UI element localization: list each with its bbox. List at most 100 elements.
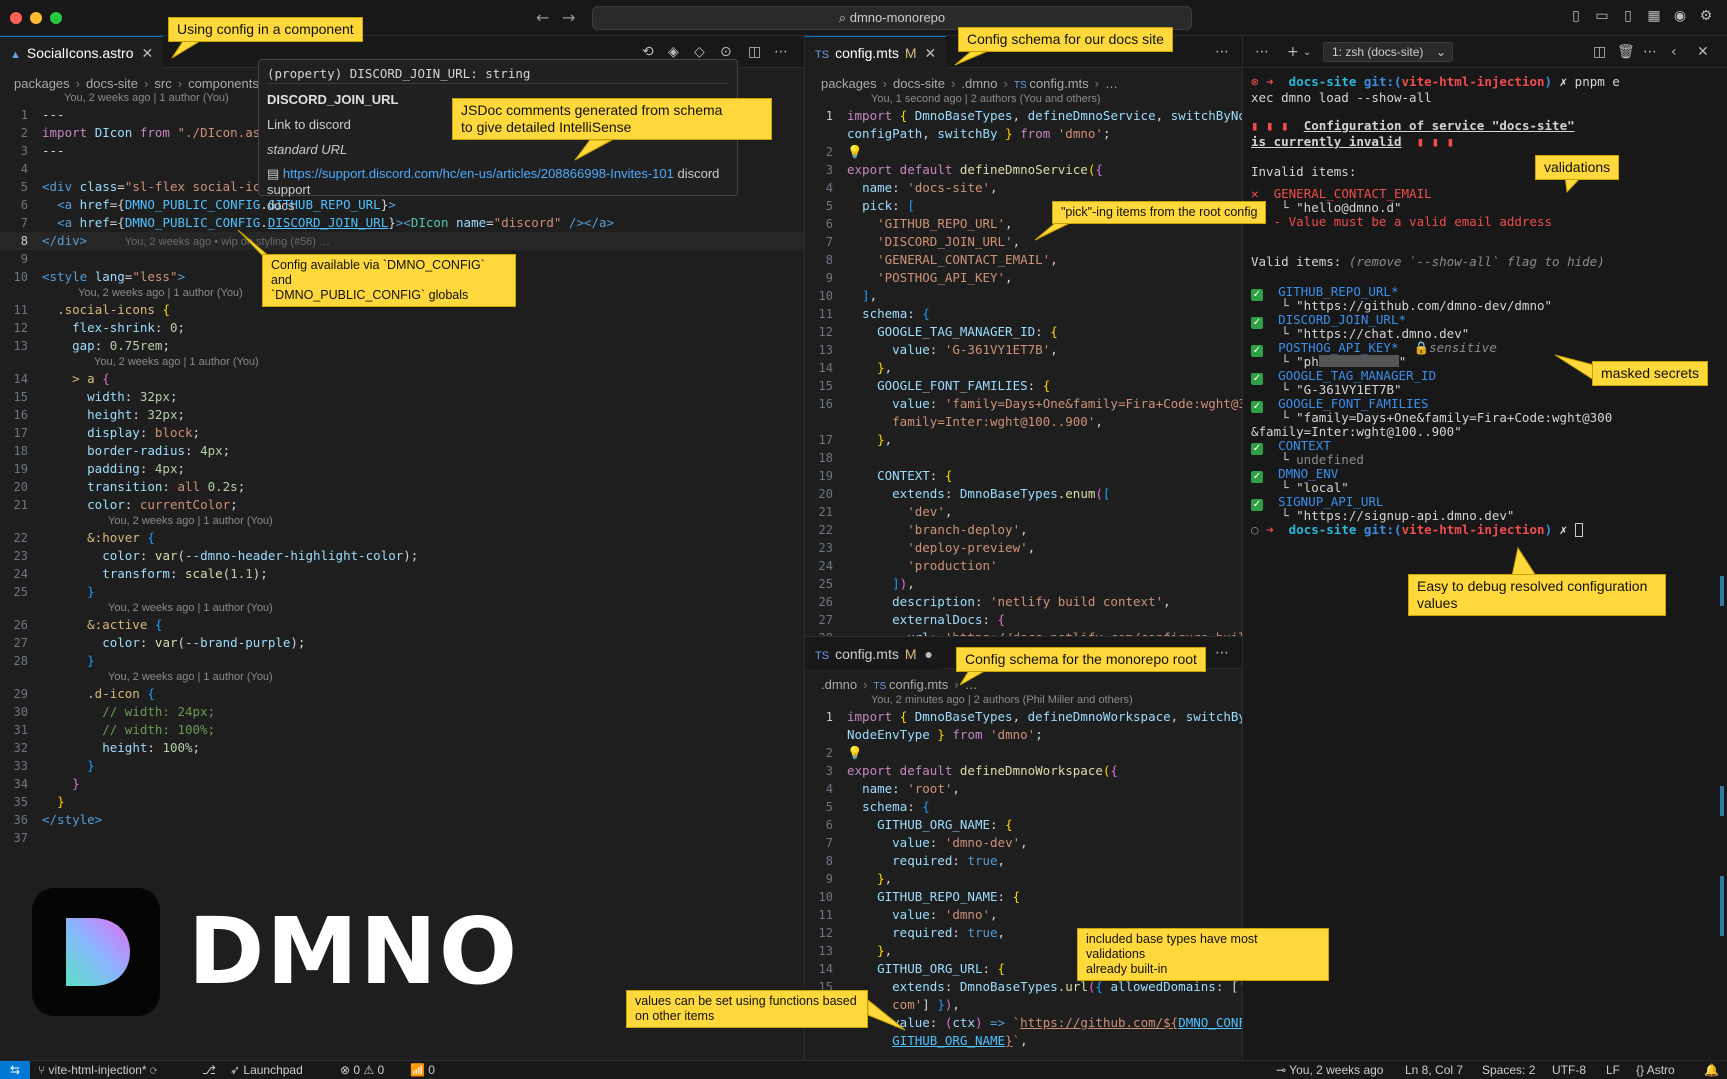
code-line: 25 } [13,584,95,599]
scroll-marker [1720,876,1724,936]
scroll-marker [1720,576,1724,606]
terminal-line: Invalid items: [1251,164,1357,179]
close-window-button[interactable] [10,12,22,24]
inline-blame: You, 2 weeks ago • wip on styling (#56) … [124,236,331,248]
book-icon: ▤ [267,166,283,181]
blame-status[interactable]: ⊸ You, 2 weeks ago [1276,1063,1383,1077]
language-status[interactable]: {} Astro [1636,1063,1675,1077]
account-icon[interactable]: ◉ [1672,8,1688,24]
launchpad-status[interactable]: ➶ Launchpad [230,1063,303,1077]
ports-status[interactable]: 📶 0 [410,1063,435,1077]
terminal-line: is currently invalid ▮ ▮ ▮ [1251,134,1455,149]
hover-type: standard URL [267,142,348,157]
remote-indicator-icon[interactable]: ⇆ [0,1061,30,1079]
status-bar: ⇆ ⑂ vite-html-injection* ⟳ ⎇ ➶ Launchpad… [0,1060,1727,1079]
terminal-selector[interactable]: 1: zsh (docs-site) ⌄ [1323,42,1453,62]
chevron-down-icon: ⌄ [1435,45,1446,59]
code-line: 23 color: var(--dmno-header-highlight-co… [13,548,419,563]
git-compare-icon[interactable]: ◈ [668,44,679,60]
breadcrumb-item-docs-site[interactable]: docs-site [86,76,138,91]
docs-link[interactable]: https://support.discord.com/hc/en-us/art… [283,166,674,181]
breadcrumb-item[interactable]: config.mts [889,677,948,692]
breadcrumb-item-packages[interactable]: packages [14,76,70,91]
gear-icon[interactable]: ⚙ [1698,8,1714,24]
close-panel-icon[interactable]: ✕ [1697,44,1709,60]
unsaved-dot-icon[interactable]: ● [925,646,933,662]
error-icon: ⊗ [340,1063,354,1077]
more-actions-icon[interactable]: ⋯ [1215,44,1229,60]
terminal-line: Valid items: (remove `--show-all` flag t… [1251,254,1605,269]
annotation-picking: "pick"-ing items from the root config [1052,201,1267,224]
breadcrumb-item[interactable]: docs-site [893,76,945,91]
encoding-status[interactable]: UTF-8 [1552,1063,1586,1077]
breadcrumb-item[interactable]: packages [821,76,877,91]
eol-status[interactable]: LF [1606,1063,1620,1077]
docs-config-pane: TS config.mts M ✕ ⋯ packages › docs-site › .dmn… [805,36,1242,636]
annotation-globals: Config available via `DMNO_CONFIG` and `D… [262,254,516,307]
git-graph-icon[interactable]: ⎇ [202,1063,216,1077]
breadcrumb-item-components[interactable]: components [188,76,259,91]
code-editor[interactable]: You, 1 second ago | 2 authors (You and o… [805,92,1242,636]
open-changes-icon[interactable]: ⟲ [642,44,654,60]
customize-layout-icon[interactable]: ▦ [1646,8,1662,24]
dmno-wordmark: DMNO [188,898,520,1005]
code-line: 36 </style> [13,812,103,827]
notifications-bell-icon[interactable]: 🔔 [1704,1063,1719,1077]
more-views-icon[interactable]: ⋯ [1255,44,1269,60]
annotation-validations: validations [1535,155,1620,180]
breadcrumb-item[interactable]: .dmno [821,677,857,692]
problems-status[interactable]: ⊗ 0 ⚠ 0 [340,1063,384,1077]
annotation-masked: masked secrets [1592,361,1709,386]
git-commit-icon: ⊸ [1276,1063,1290,1077]
indentation-status[interactable]: Spaces: 2 [1482,1063,1535,1077]
code-line: 24 transform: scale(1.1); [13,566,268,581]
trash-icon[interactable]: 🗑 [1617,44,1635,60]
breadcrumb: packages › docs-site › src › components [14,76,259,91]
chevron-left-icon[interactable]: ‹ [1671,44,1677,60]
toggle-panel-icon[interactable]: ▭ [1594,8,1610,24]
branch-status[interactable]: ⑂ vite-html-injection* ⟳ [38,1063,157,1077]
breadcrumb: .dmno › TS config.mts ›… [821,677,978,692]
annotation-docs-schema: Config schema for our docs site [958,27,1173,52]
more-actions-icon[interactable]: ⋯ [1643,44,1657,60]
close-tab-icon[interactable]: ✕ [925,45,937,61]
scroll-marker [1720,786,1724,816]
tab-root-config[interactable]: TS config.mts M ● [805,637,944,669]
tab-socialicons[interactable]: ▲ SocialIcons.astro ✕ [0,36,164,68]
breadcrumb-item[interactable]: config.mts [1029,76,1088,91]
code-editor[interactable]: You, 2 minutes ago | 2 authors (Phil Mil… [805,693,1242,1050]
terminal-toolbar: ⋯ + ⌄ 1: zsh (docs-site) ⌄ ◫ 🗑 ⋯ ‹ ✕ [1243,36,1727,68]
code-line: 13 gap: 0.75rem; [13,338,170,353]
more-actions-icon[interactable]: ⋯ [774,44,788,60]
forward-arrow-icon[interactable]: → [562,8,575,27]
code-line: 16 height: 32px; [13,407,186,422]
code-line: 28 } [13,653,95,668]
close-tab-icon[interactable]: ✕ [142,45,154,61]
terminal-line: xec dmno load --show-all [1251,90,1432,105]
toggle-secondary-sidebar-icon[interactable]: ▯ [1620,8,1636,24]
terminal-prompt[interactable]: ○ ➜ docs-site git:(vite-html-injection) … [1251,522,1583,538]
more-actions-icon[interactable]: ⋯ [1215,645,1229,661]
toggle-sidebar-icon[interactable]: ▯ [1568,8,1584,24]
tab-docs-config[interactable]: TS config.mts M ✕ [805,36,947,68]
code-line: 26 &:active { [13,617,163,632]
back-arrow-icon[interactable]: ← [536,8,549,27]
astro-file-icon: ▲ [10,49,21,61]
braces-icon: {} [1636,1063,1647,1077]
split-editor-icon[interactable]: ◫ [748,44,761,60]
breadcrumb-item[interactable]: .dmno [961,76,997,91]
maximize-window-button[interactable] [50,12,62,24]
hover-signature: (property) DISCORD_JOIN_URL: string [267,64,729,84]
cursor-position[interactable]: Ln 8, Col 7 [1405,1063,1463,1077]
chevron-down-icon[interactable]: ⌄ [1303,47,1311,58]
git-next-icon[interactable]: ◇ [694,44,705,60]
minimize-window-button[interactable] [30,12,42,24]
annotation-functions: values can be set using functions based o… [626,990,868,1028]
breadcrumb: packages › docs-site › .dmno › TS config.mts ›… [821,76,1119,91]
code-line: 32 height: 100%; [13,740,201,755]
breadcrumb-item-src[interactable]: src [154,76,171,91]
terminal-line: ⊗ ➜ docs-site git:(vite-html-injection) … [1251,74,1620,89]
split-terminal-icon[interactable]: ◫ [1593,44,1606,60]
git-commit-icon[interactable]: ⊙ [720,44,732,60]
new-terminal-icon[interactable]: + [1287,44,1299,60]
